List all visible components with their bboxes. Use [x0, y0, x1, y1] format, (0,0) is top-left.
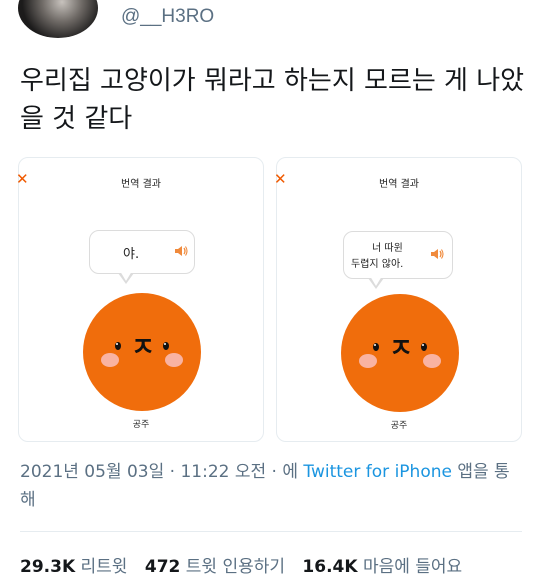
retweet-label: 리트윗 [80, 557, 128, 577]
divider [20, 531, 522, 532]
tweet-meta: 2021년 05월 03일 · 11:22 오전 · 에 Twitter for… [20, 458, 525, 514]
cat-face-icon: ㅈ [341, 294, 459, 412]
translation-text: 야. [123, 247, 140, 262]
translation-card-2[interactable]: ✕ 번역 결과 너 따윈 두렵지 않아. ㅈ 공주 [274, 157, 522, 442]
tweet-stats: 29.3K 리트윗 472 트윗 인용하기 16.4K 마음에 들어요 [20, 552, 462, 577]
speaker-icon[interactable] [174, 245, 188, 257]
avatar[interactable] [18, 0, 98, 38]
speaker-icon[interactable] [430, 248, 444, 260]
translation-text-line-2: 두렵지 않아. [351, 259, 404, 270]
source-link[interactable]: Twitter for iPhone [303, 462, 452, 482]
timestamp[interactable]: 2021년 05월 03일 · 11:22 오전 · 에 [20, 462, 303, 482]
retweet-count-link[interactable]: 29.3K 리트윗 [20, 557, 127, 577]
like-count-link[interactable]: 16.4K 마음에 들어요 [302, 557, 462, 577]
cat-name: 공주 [132, 420, 150, 430]
translation-card-1[interactable]: ✕ 번역 결과 야. ㅈ 공주 [16, 157, 264, 442]
speech-bubble: 너 따윈 두렵지 않아. [343, 231, 453, 289]
card-title: 번역 결과 [121, 179, 161, 190]
quote-label: 트윗 인용하기 [185, 557, 286, 577]
cat-face-icon: ㅈ [83, 293, 201, 411]
cat-name: 공주 [390, 421, 408, 431]
translation-text-line-1: 너 따윈 [372, 243, 403, 254]
quote-count: 472 [144, 557, 181, 577]
quote-count-link[interactable]: 472 트윗 인용하기 [145, 557, 285, 577]
speech-bubble: 야. [89, 230, 195, 284]
user-handle[interactable]: @__H3RO [121, 6, 214, 28]
card-title: 번역 결과 [379, 179, 419, 190]
like-count: 16.4K [302, 557, 358, 577]
retweet-count: 29.3K [20, 557, 76, 577]
like-label: 마음에 들어요 [362, 557, 463, 577]
tweet-text: 우리집 고양이가 뭐라고 하는지 모르는 게 나았을 것 같다 [20, 66, 525, 134]
